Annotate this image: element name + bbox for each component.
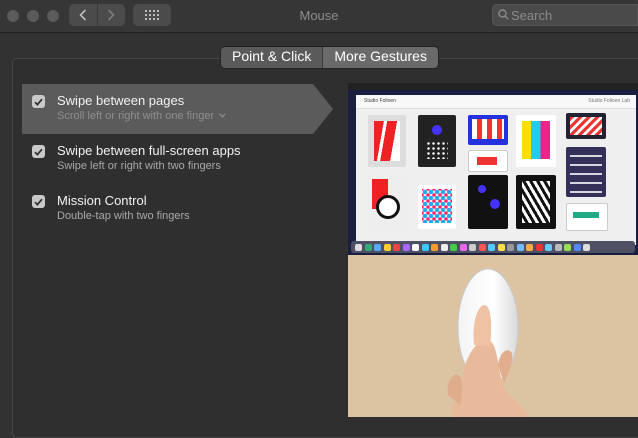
preview-app-title: Studio Folioen — [364, 98, 396, 104]
mission-control-checkbox[interactable] — [32, 195, 45, 208]
preview-app-toolbar: Studio Folioen Studio Folioen Lab — [356, 95, 636, 109]
checkmark-icon — [34, 148, 43, 156]
swipe-apps-checkbox[interactable] — [32, 145, 45, 158]
search-field[interactable] — [492, 4, 638, 26]
search-input[interactable] — [511, 5, 631, 25]
search-icon — [498, 9, 509, 20]
title-bar: Mouse — [0, 0, 638, 33]
option-title: Swipe between pages — [57, 93, 185, 108]
mouse-and-hand-illustration — [447, 268, 528, 417]
poster-thumbnail — [468, 175, 508, 229]
poster-thumbnail — [468, 150, 508, 172]
preview-desk — [348, 255, 638, 417]
preview-app-window: Studio Folioen Studio Folioen Lab — [356, 95, 636, 245]
checkmark-icon — [34, 198, 43, 206]
chevron-down-icon — [219, 113, 226, 118]
preview-menubar — [348, 83, 638, 90]
preview-app-right: Studio Folioen Lab — [588, 98, 630, 104]
swipe-pages-checkbox[interactable] — [32, 95, 45, 108]
option-subtitle: Swipe left or right with two fingers — [57, 160, 221, 172]
poster-thumbnail — [468, 115, 508, 145]
poster-thumbnail — [566, 147, 606, 197]
option-title: Mission Control — [57, 193, 147, 208]
checkmark-icon — [34, 98, 43, 106]
poster-thumbnail — [418, 115, 456, 167]
option-subtitle: Double-tap with two fingers — [57, 210, 190, 222]
poster-thumbnail — [368, 175, 406, 229]
tab-bar: Point & Click More Gestures — [220, 46, 439, 69]
poster-thumbnail — [418, 185, 456, 229]
gesture-dropdown[interactable]: Scroll left or right with one finger — [57, 110, 226, 122]
option-subtitle: Scroll left or right with one finger — [57, 110, 215, 122]
tab-more-gestures[interactable]: More Gestures — [322, 47, 438, 68]
poster-thumbnail — [566, 113, 606, 139]
preview-dock — [351, 241, 635, 253]
poster-thumbnail — [368, 115, 406, 167]
gesture-preview: Studio Folioen Studio Folioen Lab — [348, 83, 638, 417]
tab-point-and-click[interactable]: Point & Click — [221, 47, 323, 68]
poster-thumbnail — [566, 203, 608, 231]
preview-screen: Studio Folioen Studio Folioen Lab — [348, 83, 638, 255]
selected-row-highlight — [22, 84, 333, 134]
option-title: Swipe between full-screen apps — [57, 143, 241, 158]
poster-thumbnail — [516, 175, 556, 229]
poster-thumbnail — [516, 115, 556, 167]
